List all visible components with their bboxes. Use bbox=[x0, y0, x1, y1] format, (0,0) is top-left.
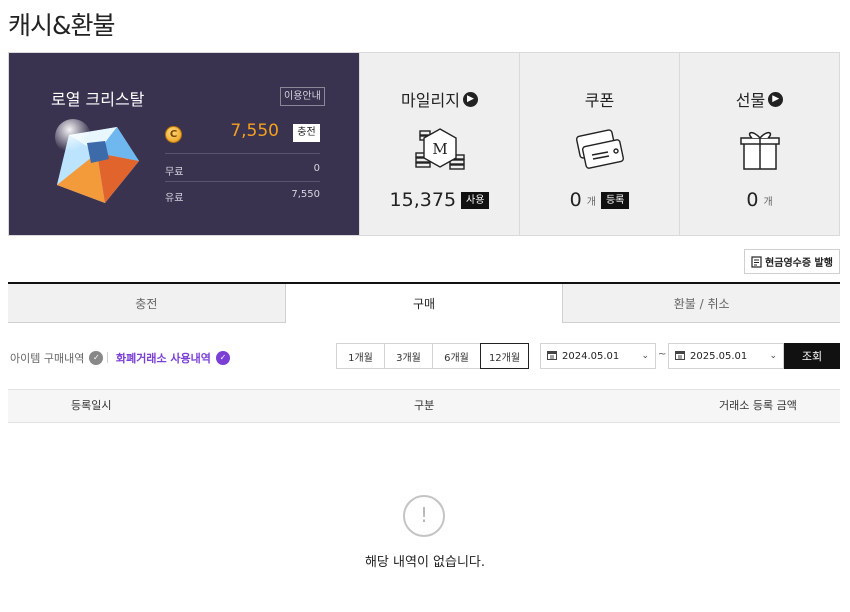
cash-receipt-button[interactable]: 현금영수증 발행 bbox=[744, 249, 840, 274]
start-date-picker[interactable]: 2024.05.01 ⌄ bbox=[540, 343, 656, 369]
gift-unit: 개 bbox=[763, 196, 773, 208]
search-button[interactable]: 조회 bbox=[784, 343, 840, 369]
tab-charge[interactable]: 충전 bbox=[8, 284, 285, 323]
check-icon: ✓ bbox=[215, 351, 230, 365]
subtab-exchange-usage[interactable]: 화폐거래소 사용내역 ✓ bbox=[116, 350, 230, 366]
check-icon: ✓ bbox=[89, 351, 104, 365]
paid-crystal-row: 유료 7,550 bbox=[165, 189, 320, 204]
subtab-divider bbox=[107, 352, 108, 363]
column-registered-at: 등록일시 bbox=[71, 399, 112, 412]
gift-link[interactable]: 선물 ▶ bbox=[680, 87, 839, 111]
period-selector: 1개월 3개월 6개월 12개월 bbox=[336, 343, 529, 369]
mileage-title: 마일리지 bbox=[401, 91, 460, 110]
gift-box: 선물 ▶ 0 개 bbox=[679, 53, 839, 235]
royal-crystal-box: 로열 크리스탈 이용안내 C 7,550 충전 무료 0 유료 7,550 bbox=[9, 53, 359, 235]
coupon-ticket-icon bbox=[575, 129, 624, 169]
coupon-value-row: 0 개 등록 bbox=[520, 189, 679, 211]
column-category: 구분 bbox=[414, 399, 435, 412]
coupon-register-button[interactable]: 등록 bbox=[600, 191, 630, 209]
period-12-month-button[interactable]: 12개월 bbox=[480, 343, 529, 369]
end-date-value: 2025.05.01 bbox=[690, 350, 748, 362]
paid-label: 유료 bbox=[165, 193, 184, 204]
gift-value: 0 bbox=[746, 189, 759, 211]
end-date-picker[interactable]: 2025.05.01 ⌄ bbox=[668, 343, 784, 369]
divider bbox=[165, 153, 320, 154]
cash-summary-panel: 로열 크리스탈 이용안내 C 7,550 충전 무료 0 유료 7,550 마일… bbox=[8, 52, 840, 236]
date-range-separator: ~ bbox=[658, 349, 667, 360]
coupon-title: 쿠폰 bbox=[584, 91, 615, 110]
gift-box-icon bbox=[739, 131, 780, 170]
calendar-icon bbox=[675, 350, 685, 363]
coupon-value: 0 bbox=[569, 189, 582, 211]
charge-button[interactable]: 충전 bbox=[293, 124, 320, 142]
page-title: 캐시&환불 bbox=[8, 11, 115, 40]
crystal-amount: 7,550 bbox=[230, 121, 279, 141]
subtab-item-purchase[interactable]: 아이템 구매내역 ✓ bbox=[10, 350, 104, 366]
history-tabs: 충전 구매 환불 / 취소 bbox=[8, 282, 841, 323]
coupon-box: 쿠폰 0 개 등록 bbox=[519, 53, 679, 235]
arrow-right-icon: ▶ bbox=[462, 91, 478, 107]
paid-value: 7,550 bbox=[291, 189, 320, 200]
divider bbox=[165, 181, 320, 182]
tab-refund[interactable]: 환불 / 취소 bbox=[563, 284, 841, 323]
mileage-icon-letter: M bbox=[432, 140, 447, 158]
mileage-value-row: 15,375 사용 bbox=[360, 189, 519, 211]
chevron-down-icon: ⌄ bbox=[769, 351, 777, 361]
period-1-month-button[interactable]: 1개월 bbox=[336, 343, 385, 369]
receipt-icon bbox=[751, 255, 762, 268]
mileage-link[interactable]: 마일리지 ▶ bbox=[360, 87, 519, 111]
arrow-right-icon: ▶ bbox=[768, 91, 784, 107]
mileage-box: 마일리지 ▶ M 15,375 사용 bbox=[359, 53, 519, 235]
free-label: 무료 bbox=[165, 167, 184, 178]
subtab-exchange-usage-label: 화폐거래소 사용내역 bbox=[116, 352, 211, 365]
chevron-down-icon: ⌄ bbox=[641, 351, 649, 361]
crystal-title: 로열 크리스탈 bbox=[51, 90, 145, 109]
tab-purchase[interactable]: 구매 bbox=[284, 284, 564, 323]
gift-title: 선물 bbox=[735, 91, 766, 110]
start-date-value: 2024.05.01 bbox=[562, 350, 620, 362]
mileage-value: 15,375 bbox=[389, 189, 457, 211]
free-value: 0 bbox=[313, 163, 320, 174]
period-3-month-button[interactable]: 3개월 bbox=[384, 343, 433, 369]
crystal-gem-icon bbox=[55, 119, 139, 203]
column-exchange-amount: 거래소 등록 금액 bbox=[719, 399, 797, 412]
coupon-unit: 개 bbox=[586, 196, 596, 208]
period-6-month-button[interactable]: 6개월 bbox=[432, 343, 481, 369]
empty-message: 해당 내역이 없습니다. bbox=[364, 555, 486, 570]
exclamation-icon: ! bbox=[403, 495, 445, 537]
history-table-header: 등록일시 구분 거래소 등록 금액 bbox=[8, 389, 840, 423]
gift-value-row: 0 개 bbox=[680, 189, 839, 211]
free-crystal-row: 무료 0 bbox=[165, 163, 320, 178]
usage-guide-button[interactable]: 이용안내 bbox=[280, 87, 325, 106]
mileage-coins-icon: M bbox=[414, 128, 465, 170]
subtab-item-purchase-label: 아이템 구매내역 bbox=[10, 352, 85, 365]
crystal-coin-icon: C bbox=[165, 126, 182, 143]
calendar-icon bbox=[547, 350, 557, 363]
cash-receipt-label: 현금영수증 발행 bbox=[765, 258, 833, 269]
mileage-use-button[interactable]: 사용 bbox=[461, 191, 490, 209]
